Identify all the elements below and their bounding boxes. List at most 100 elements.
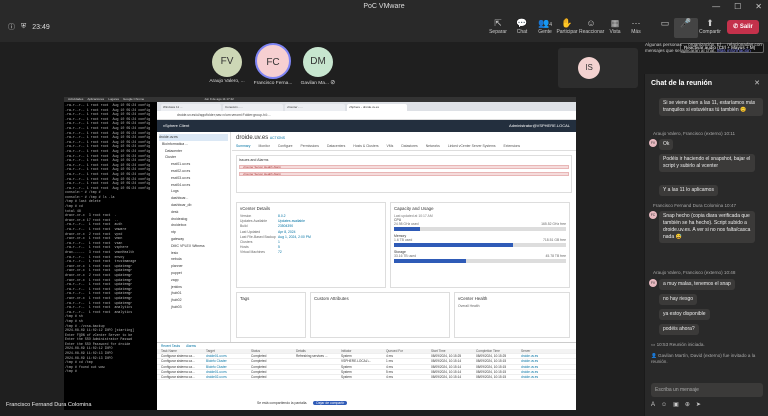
stop-sharing-button[interactable]: Dejar de compartir [313, 401, 348, 405]
maximize-button[interactable]: ☐ [734, 2, 741, 11]
browser-tab[interactable]: Conexión - ... [223, 104, 283, 111]
more-button[interactable]: ⋯ Más [624, 18, 648, 35]
address-bar[interactable]: droide.uv.es/ui/app/folder;nav=v/urn:vmo… [157, 111, 576, 120]
meeting-timer: ⓘ ⛨ 23:49 [8, 22, 50, 32]
share-button[interactable]: ⬆ Compartir [698, 18, 722, 35]
participant-tile[interactable]: DM Gavilan Ma... ⊘ [296, 47, 340, 86]
participant-tile[interactable]: FV Araujo Valero, ... [205, 47, 249, 84]
tree-item[interactable]: gateway [159, 236, 228, 243]
tree-item[interactable]: lesio [159, 250, 228, 257]
tree-item[interactable]: puppet [159, 270, 228, 277]
tree-item[interactable]: droidebox [159, 222, 228, 229]
react-button[interactable]: ☺ Reaccionar [579, 18, 604, 35]
storage-usage-bar [394, 259, 566, 263]
tab-networks[interactable]: Networks [426, 144, 440, 150]
tree-item[interactable]: Logs [159, 188, 228, 195]
people-button[interactable]: 👥4 Gente [533, 18, 557, 35]
tree-item[interactable]: DMC VPLEX Witness [159, 243, 228, 250]
tree-item[interactable]: esxi02.uv.es [159, 168, 228, 175]
recent-tasks-panel: Recent Tasks Alarms Task Name Target Statu… [157, 342, 576, 410]
browser-window: Windows 11 ... Conexión - ... vCenter - … [157, 102, 576, 410]
tab-hosts-clusters[interactable]: Hosts & Clusters [353, 144, 378, 150]
chat-message[interactable]: no hay riesgo [659, 294, 698, 305]
tab-vms[interactable]: VMs [387, 144, 394, 150]
info-icon[interactable]: ⓘ [8, 22, 15, 32]
tree-item[interactable]: jhub02 [159, 297, 228, 304]
tree-item[interactable]: droidealog [159, 216, 228, 223]
avatar: FV [649, 279, 657, 287]
chat-message[interactable]: Y a las 11 lo aplicamos [659, 185, 718, 196]
tree-item[interactable]: ntp [159, 229, 228, 236]
separate-button[interactable]: ⇱ Separar [486, 18, 510, 35]
page-title: droide.uv.es [236, 135, 269, 141]
send-icon[interactable]: ➤ [696, 402, 707, 408]
browser-tab[interactable]: Windows 11 ... [161, 104, 221, 111]
tree-item[interactable]: planner [159, 263, 228, 270]
usage-fill [394, 227, 420, 231]
tab-extensions[interactable]: Extensions [504, 144, 521, 150]
tree-item[interactable]: desk [159, 209, 228, 216]
chat-message[interactable]: Si se viene bien a las 11, estaríamos má… [659, 98, 763, 116]
person-add-icon: 👤 [651, 353, 658, 358]
format-icon[interactable]: A [651, 402, 661, 408]
tree-item[interactable]: Cluster [159, 154, 228, 161]
tab-permissions[interactable]: Permissions [301, 144, 319, 150]
vsphere-tabs: Summary Monitor Configure Permissions Da… [232, 144, 576, 151]
emoji-icon[interactable]: ☺ [661, 402, 673, 408]
tab-monitor[interactable]: Monitor [259, 144, 270, 150]
tree-item[interactable]: dashboar_db [159, 202, 228, 209]
close-window-button[interactable]: ✕ [755, 2, 762, 11]
share-icon: ⬆ [706, 18, 714, 28]
tree-item[interactable]: droide.uv.es [159, 134, 228, 141]
tab-configure[interactable]: Configure [278, 144, 293, 150]
tree-item[interactable]: Bioinformatica ... [159, 141, 228, 148]
participant-tile[interactable]: IS [558, 48, 638, 88]
actions-menu[interactable]: ACTIONS [270, 136, 285, 140]
gif-icon[interactable]: ▣ [673, 402, 685, 408]
tree-item[interactable]: zapp [159, 277, 228, 284]
attach-icon[interactable]: ⊕ [685, 402, 696, 408]
raise-hand-button[interactable]: ✋ Participar [555, 18, 579, 35]
tree-item[interactable]: esxi04.uv.es [159, 182, 228, 189]
tree-item[interactable]: Datacenter [159, 148, 228, 155]
browser-tab[interactable]: vSphere - droide.uv.es [347, 104, 407, 111]
tree-item[interactable]: esxi01.uv.es [159, 161, 228, 168]
message-meta: Araujo Valero, Francisco (externo) 10:11 [653, 131, 736, 136]
chat-message[interactable]: podéis ahora? [659, 324, 699, 335]
tab-summary[interactable]: Summary [236, 144, 251, 150]
leave-button[interactable]: ✆ Salir [727, 20, 759, 34]
participant-name: Araujo Valero, ... [209, 79, 245, 84]
tab-alarms[interactable]: Alarms [186, 344, 196, 348]
tree-item[interactable]: dashboar... [159, 195, 228, 202]
tab-recent-tasks[interactable]: Recent Tasks [161, 344, 180, 348]
chat-compose-input[interactable]: Escriba un mensaje [651, 383, 763, 397]
alarm-row[interactable]: vCenter Server Health Alarm [239, 165, 569, 169]
tree-item[interactable]: nebula [159, 256, 228, 263]
more-info-link[interactable]: Más información [717, 48, 751, 53]
table-row[interactable]: Configurar sistema ca... droide02.uv.es Co… [157, 375, 576, 381]
tab-datacenters[interactable]: Datacenters [327, 144, 345, 150]
chat-message[interactable]: Podéis ir haciendo el snapshot, bajar el… [659, 154, 755, 172]
window-titlebar: PoC VMware — ☐ ✕ [0, 0, 768, 14]
browser-tabs: Windows 11 ... Conexión - ... vCenter - … [157, 102, 576, 111]
chat-message[interactable]: a muy malas, tenemos el snap [659, 279, 735, 290]
shared-screen: Actividades Aplicaciones Lugares Google Chr… [64, 97, 576, 410]
chat-button[interactable]: 💬 Chat [510, 18, 534, 35]
tree-item[interactable]: jenkins [159, 284, 228, 291]
participant-tile[interactable]: FC Francisco Ferna... [250, 43, 296, 86]
chat-message[interactable]: ya estoy disponible [659, 309, 710, 320]
chat-message[interactable]: Ok [659, 139, 674, 150]
tab-linked[interactable]: Linked vCenter Server Systems [448, 144, 496, 150]
chat-message[interactable]: Snap hecho (copia diara verificada que t… [659, 211, 755, 243]
tree-item[interactable]: jhub01 [159, 290, 228, 297]
close-icon[interactable]: ✕ [754, 79, 760, 87]
usage-fill [394, 243, 513, 247]
tree-item[interactable]: jhub03 [159, 304, 228, 311]
minimize-button[interactable]: — [712, 2, 720, 11]
people-icon: 👥4 [538, 18, 552, 28]
tree-item[interactable]: esxi03.uv.es [159, 175, 228, 182]
mic-button[interactable]: 🎤 [674, 18, 698, 38]
tab-datastores[interactable]: Datastores [401, 144, 417, 150]
alarm-row[interactable]: vCenter Server Health Alarm [239, 172, 569, 176]
browser-tab[interactable]: vCenter - ... [285, 104, 345, 111]
